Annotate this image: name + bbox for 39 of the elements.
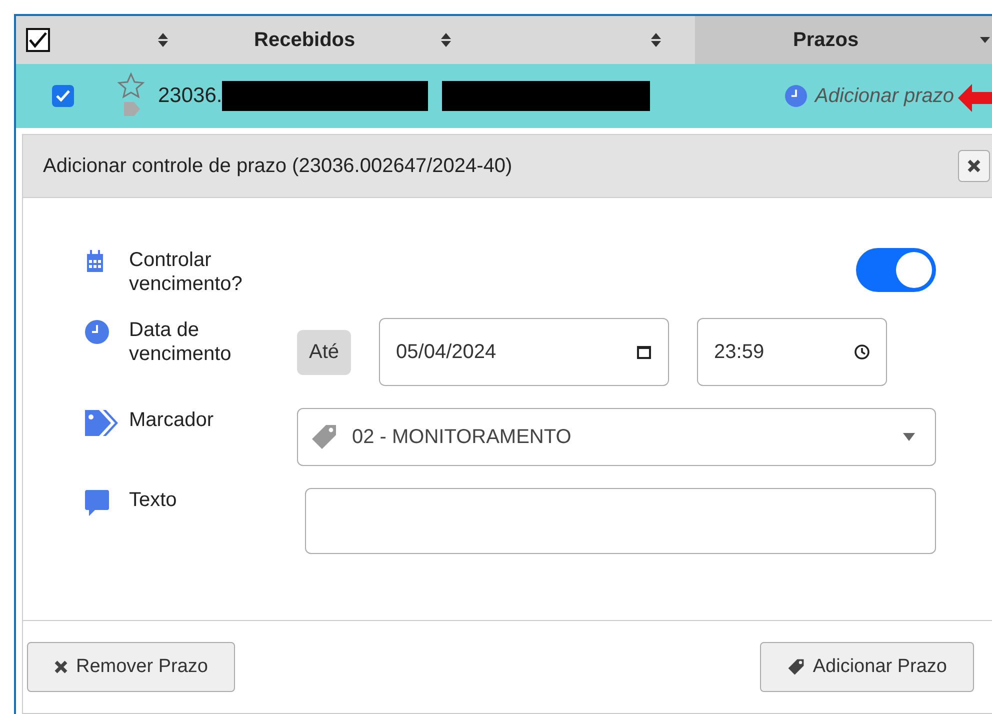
clock-icon bbox=[85, 320, 109, 344]
field-label: Controlar vencimento? bbox=[129, 248, 244, 296]
process-number[interactable]: 23036. bbox=[158, 84, 222, 108]
toggle-switch[interactable] bbox=[856, 248, 936, 292]
check-icon bbox=[29, 32, 47, 48]
sort-icon[interactable] bbox=[441, 33, 452, 47]
clock-icon[interactable] bbox=[854, 344, 870, 360]
tags-icon bbox=[85, 410, 119, 436]
arrow-icon bbox=[958, 84, 992, 112]
row-checkbox[interactable] bbox=[52, 85, 74, 107]
time-field[interactable]: 23:59 bbox=[697, 318, 888, 386]
tag-icon bbox=[310, 423, 338, 451]
add-deadline-link[interactable]: Adicionar prazo bbox=[785, 84, 954, 108]
marker-select[interactable]: 02 - MONITORAMENTO bbox=[297, 408, 936, 466]
column-header[interactable]: Recebidos bbox=[248, 26, 362, 54]
until-label: Até bbox=[297, 330, 352, 374]
date-field[interactable]: 05/04/2024 bbox=[379, 318, 670, 386]
column-header[interactable]: Prazos bbox=[695, 16, 992, 64]
close-button[interactable] bbox=[958, 150, 990, 182]
dialog-title: Adicionar controle de prazo (23036.002647/2024-40) bbox=[43, 154, 512, 178]
sort-icon[interactable] bbox=[651, 33, 662, 47]
close-icon bbox=[54, 660, 68, 674]
select-all-checkbox[interactable] bbox=[26, 28, 50, 52]
field-label: Texto bbox=[129, 488, 178, 512]
sort-icon[interactable] bbox=[158, 33, 168, 47]
caret-icon[interactable] bbox=[980, 37, 990, 43]
text-field[interactable] bbox=[305, 488, 936, 554]
remove-deadline-button[interactable]: Remover Prazo bbox=[27, 642, 235, 692]
caret-icon bbox=[903, 433, 915, 441]
field-label: Data de vencimento bbox=[129, 318, 232, 366]
check-icon bbox=[56, 90, 70, 102]
add-deadline-button[interactable]: Adicionar Prazo bbox=[760, 642, 974, 692]
clock-icon bbox=[785, 85, 808, 107]
close-icon bbox=[967, 159, 981, 173]
field-label: Marcador bbox=[129, 408, 214, 432]
calendar-icon bbox=[85, 250, 105, 272]
tag-icon bbox=[786, 658, 805, 676]
calendar-icon[interactable] bbox=[636, 344, 652, 360]
comment-icon bbox=[85, 490, 109, 516]
